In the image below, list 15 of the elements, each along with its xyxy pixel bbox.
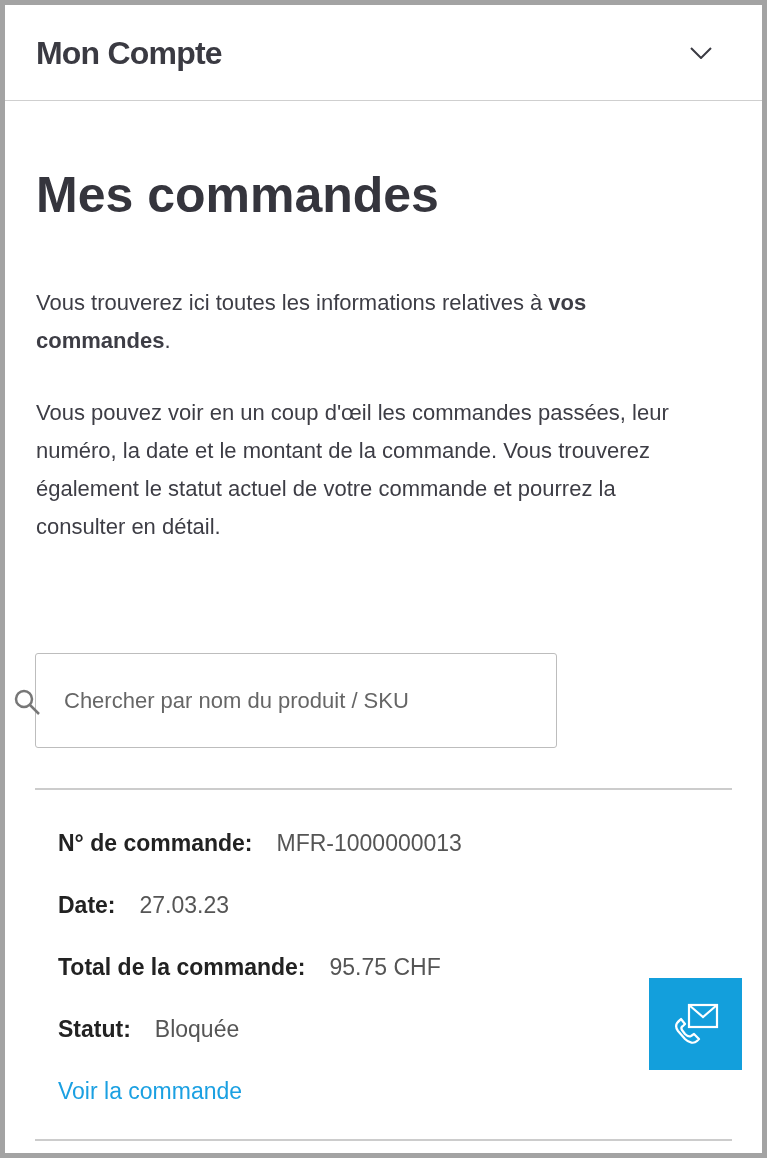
order-field-value: 27.03.23 [139, 890, 230, 920]
order-field-label: Total de la commande: [58, 952, 306, 982]
page-heading: Mes commandes [36, 166, 440, 225]
order-field-label: Date: [58, 890, 116, 920]
contact-button[interactable] [649, 978, 742, 1070]
phone-envelope-icon [672, 1003, 719, 1045]
intro-paragraph: Vous pouvez voir en un coup d'œil les commandes passées, leur numéro, la date et le montant de la commande. Vous trouverez également le statut actuel de votre commande et pourrez la consulter en détail. [36, 399, 670, 541]
search-icon [13, 688, 41, 716]
order-field-value: MFR-1000000013 [276, 828, 462, 858]
order-field-value: 95.75 CHF [329, 952, 441, 982]
order-field-value: Bloquée [154, 1014, 240, 1044]
order-field-label: Statut: [58, 1014, 131, 1044]
search-field[interactable]: Chercher par nom du produit / SKU [35, 653, 557, 748]
intro-paragraph: Vous trouverez ici toutes les informations relatives à vos commandes. [36, 289, 588, 355]
order-field-label: N° de commande: [58, 828, 253, 858]
